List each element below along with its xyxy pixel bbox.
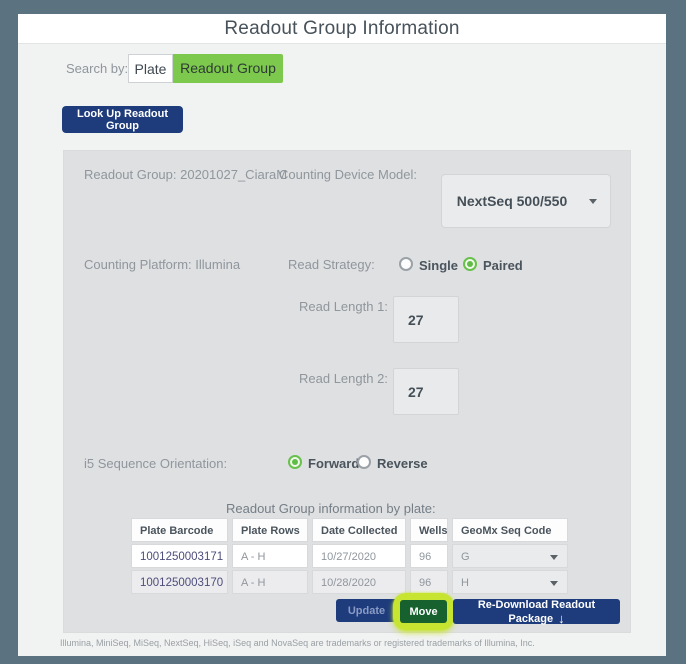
counting-device-model-label: Counting Device Model: bbox=[279, 167, 417, 182]
read-strategy-label: Read Strategy: bbox=[288, 257, 375, 272]
read-strategy-single-label: Single bbox=[419, 258, 458, 273]
i5-forward-label: Forward bbox=[308, 456, 359, 471]
counting-device-model-select[interactable]: NextSeq 500/550 bbox=[441, 174, 611, 228]
radio-i5-reverse[interactable] bbox=[357, 455, 371, 469]
counting-device-model-value: NextSeq 500/550 bbox=[442, 175, 582, 227]
readout-group-page: Readout Group Information Search by: Pla… bbox=[18, 14, 666, 656]
geomx-seq-code-select[interactable]: H bbox=[452, 570, 568, 594]
update-button[interactable]: Update bbox=[336, 599, 397, 622]
read-strategy-paired-label: Paired bbox=[483, 258, 523, 273]
radio-read-strategy-single[interactable] bbox=[399, 257, 413, 271]
illumina-trademark-text: Illumina, MiniSeq, MiSeq, NextSeq, HiSeq… bbox=[60, 638, 535, 648]
date-collected-cell: 10/27/2020 bbox=[312, 544, 406, 568]
look-up-readout-group-button[interactable]: Look Up Readout Group bbox=[62, 106, 183, 133]
read-length-2-value: 27 bbox=[408, 369, 424, 414]
col-header-date-collected: Date Collected bbox=[312, 518, 406, 542]
read-length-1-input[interactable]: 27 bbox=[393, 296, 459, 343]
move-button[interactable]: Move bbox=[400, 600, 447, 623]
read-length-2-label: Read Length 2: bbox=[299, 371, 388, 386]
chevron-down-icon bbox=[550, 555, 558, 560]
col-header-geomx-seq-code: GeoMx Seq Code bbox=[452, 518, 568, 542]
i5-reverse-label: Reverse bbox=[377, 456, 428, 471]
chevron-down-icon bbox=[589, 199, 597, 204]
plate-barcode-link[interactable]: 1001250003170 bbox=[131, 570, 228, 594]
col-header-wells: Wells bbox=[410, 518, 448, 542]
search-by-label: Search by: bbox=[66, 61, 128, 76]
page-title: Readout Group Information bbox=[18, 14, 666, 44]
read-length-2-input[interactable]: 27 bbox=[393, 368, 459, 415]
col-header-plate-rows: Plate Rows bbox=[232, 518, 308, 542]
col-header-plate-barcode: Plate Barcode bbox=[131, 518, 228, 542]
readout-group-name-label: Readout Group: 20201027_CiaraM bbox=[84, 167, 287, 182]
app-frame: Readout Group Information Search by: Pla… bbox=[0, 0, 686, 664]
download-icon: ↓ bbox=[558, 611, 565, 626]
plate-rows-cell: A - H bbox=[232, 544, 308, 568]
plate-barcode-link[interactable]: 1001250003171 bbox=[131, 544, 228, 568]
chevron-down-icon bbox=[550, 581, 558, 586]
geomx-seq-code-value: G bbox=[461, 551, 470, 563]
geomx-seq-code-value: H bbox=[461, 577, 469, 589]
move-button-highlight-annotation: Move bbox=[393, 593, 454, 630]
read-length-1-value: 27 bbox=[408, 297, 424, 342]
wells-cell: 96 bbox=[410, 544, 448, 568]
radio-i5-forward[interactable] bbox=[288, 455, 302, 469]
redownload-readout-package-button[interactable]: Re-Download Readout Package↓ bbox=[453, 599, 620, 624]
radio-read-strategy-paired[interactable] bbox=[463, 257, 477, 271]
readout-group-panel: Readout Group: 20201027_CiaraM Counting … bbox=[63, 150, 631, 633]
wells-cell: 96 bbox=[410, 570, 448, 594]
tab-plate[interactable]: Plate bbox=[128, 54, 173, 83]
counting-platform-label: Counting Platform: Illumina bbox=[84, 257, 240, 272]
redownload-label: Re-Download Readout Package bbox=[478, 599, 595, 625]
tab-readout-group[interactable]: Readout Group bbox=[173, 54, 283, 83]
plate-rows-cell: A - H bbox=[232, 570, 308, 594]
date-collected-cell: 10/28/2020 bbox=[312, 570, 406, 594]
page-header: Readout Group Information bbox=[18, 14, 666, 44]
i5-sequence-orientation-label: i5 Sequence Orientation: bbox=[84, 456, 227, 471]
plate-table: Plate Barcode Plate Rows Date Collected … bbox=[131, 518, 568, 594]
plate-table-caption: Readout Group information by plate: bbox=[226, 501, 436, 516]
geomx-seq-code-select[interactable]: G bbox=[452, 544, 568, 568]
read-length-1-label: Read Length 1: bbox=[299, 299, 388, 314]
